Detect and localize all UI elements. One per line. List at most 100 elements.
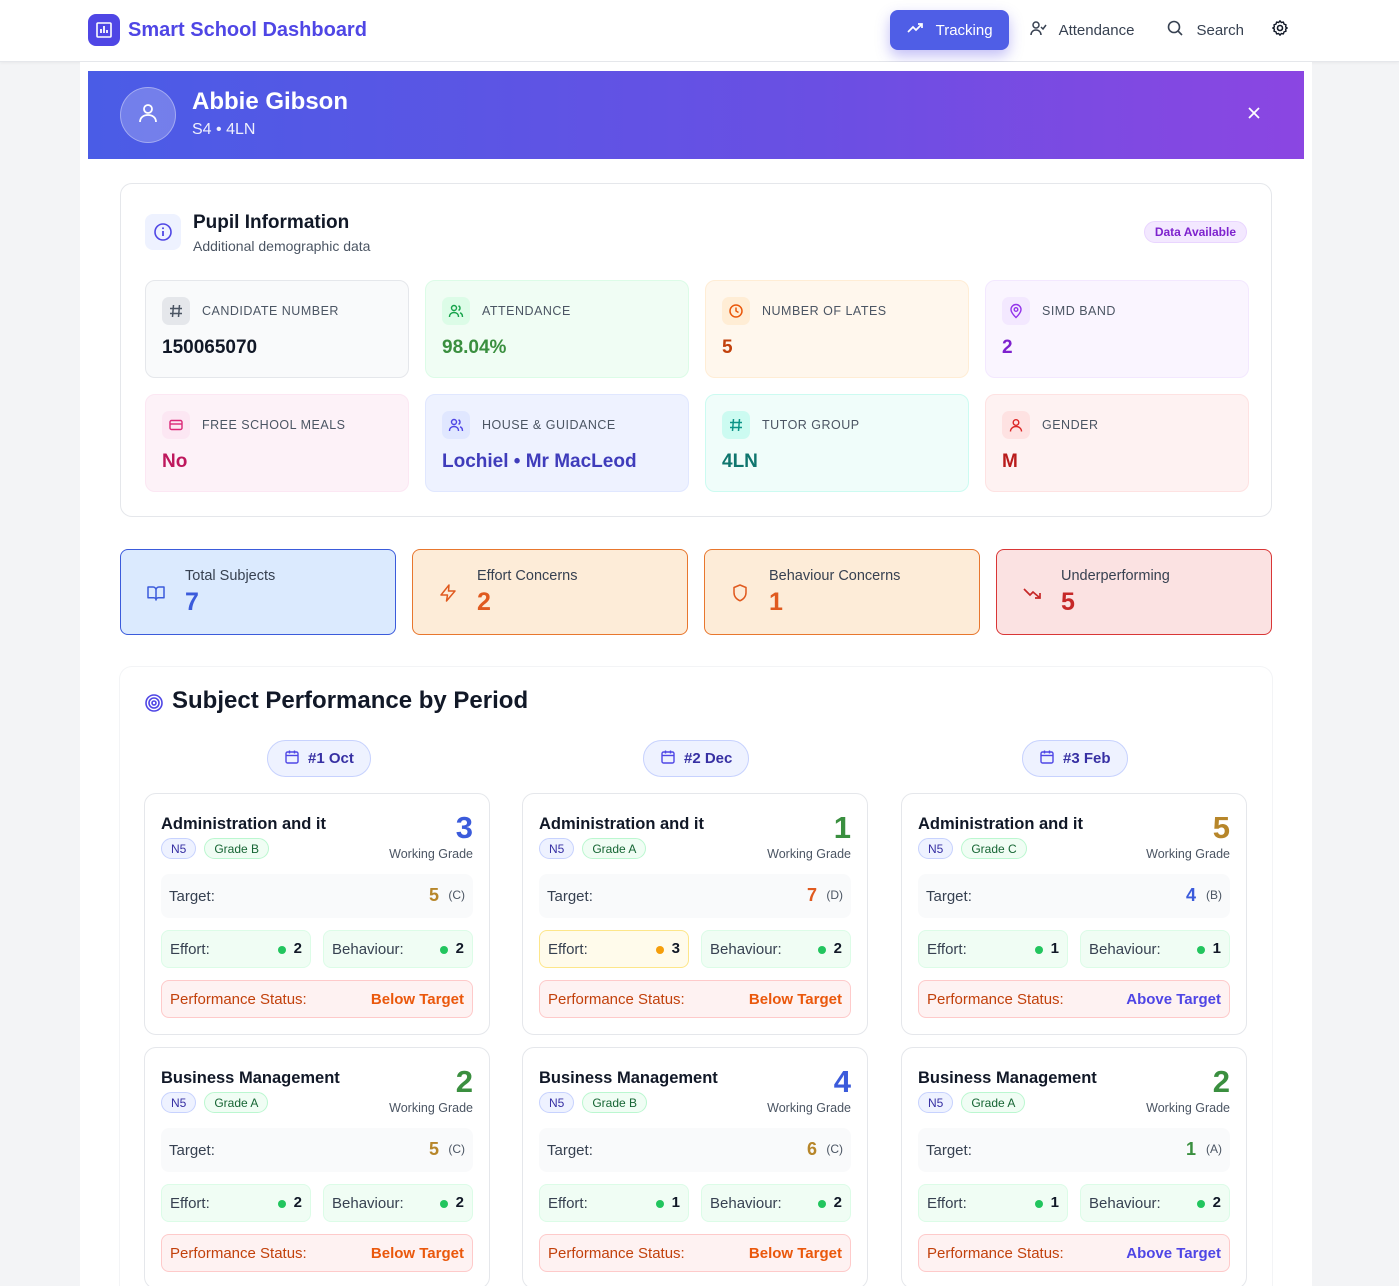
summary-underperforming[interactable]: Underperforming 5 bbox=[996, 549, 1272, 635]
brand[interactable]: Smart School Dashboard bbox=[88, 14, 367, 46]
period-pill-1[interactable]: #1 Oct bbox=[267, 740, 371, 777]
target-label: Target: bbox=[926, 888, 972, 905]
status-label: Performance Status: bbox=[927, 1245, 1064, 1262]
summary-label: Behaviour Concerns bbox=[769, 568, 901, 584]
performance-status-row: Performance Status: Below Target bbox=[161, 1234, 473, 1272]
tile-value: M bbox=[1002, 451, 1018, 472]
period-pill-3[interactable]: #3 Feb bbox=[1022, 740, 1128, 777]
effort-box: Effort: 1 bbox=[918, 930, 1068, 968]
behaviour-value: 2 bbox=[833, 1194, 842, 1211]
effort-box: Effort: 2 bbox=[161, 1184, 311, 1222]
effort-box: Effort: 3 bbox=[539, 930, 689, 968]
tile-gender: Gender M bbox=[985, 394, 1249, 492]
target-row: Target: 6 (C) bbox=[539, 1128, 851, 1172]
effort-label: Effort: bbox=[927, 941, 967, 958]
status-value: Below Target bbox=[370, 1245, 464, 1262]
working-grade-value: 3 bbox=[455, 810, 473, 845]
subject-card[interactable]: Business Management N5 Grade A 2 Working … bbox=[144, 1047, 490, 1286]
subject-card[interactable]: Business Management N5 Grade A 2 Working … bbox=[901, 1047, 1247, 1286]
tile-label: Gender bbox=[1042, 418, 1099, 432]
subject-card[interactable]: Administration and it N5 Grade A 1 Workin… bbox=[522, 793, 868, 1035]
behaviour-box: Behaviour: 2 bbox=[323, 930, 473, 968]
summary-label: Effort Concerns bbox=[477, 568, 578, 584]
behaviour-label: Behaviour: bbox=[710, 1195, 782, 1212]
summary-value: 5 bbox=[1061, 588, 1075, 616]
effort-label: Effort: bbox=[170, 1195, 210, 1212]
status-badge: Data Available bbox=[1143, 221, 1247, 243]
nav-attendance[interactable]: Attendance bbox=[1013, 10, 1151, 50]
nav-search[interactable]: Search bbox=[1150, 10, 1260, 50]
tile-label: Tutor Group bbox=[762, 418, 860, 432]
pupil-year-class: S4 • 4LN bbox=[192, 121, 256, 138]
status-value: Below Target bbox=[748, 991, 842, 1008]
period-pill-2[interactable]: #2 Dec bbox=[643, 740, 750, 777]
zap-icon bbox=[437, 582, 459, 604]
status-label: Performance Status: bbox=[170, 991, 307, 1008]
effort-value: 1 bbox=[1050, 940, 1059, 957]
effort-value: 3 bbox=[671, 940, 680, 957]
subject-card[interactable]: Administration and it N5 Grade C 5 Workin… bbox=[901, 793, 1247, 1035]
status-dot bbox=[818, 1200, 826, 1208]
working-grade-value: 5 bbox=[1212, 810, 1230, 845]
status-dot bbox=[1197, 946, 1205, 954]
close-button[interactable] bbox=[1244, 105, 1264, 125]
subject-card[interactable]: Business Management N5 Grade B 4 Working … bbox=[522, 1047, 868, 1286]
behaviour-value: 2 bbox=[455, 940, 464, 957]
summary-effort-concerns[interactable]: Effort Concerns 2 bbox=[412, 549, 688, 635]
behaviour-box: Behaviour: 2 bbox=[701, 1184, 851, 1222]
effort-value: 2 bbox=[293, 1194, 302, 1211]
status-label: Performance Status: bbox=[170, 1245, 307, 1262]
settings-button[interactable] bbox=[1260, 10, 1300, 50]
map-pin-icon bbox=[1002, 297, 1030, 325]
close-icon bbox=[1248, 106, 1260, 124]
tile-attendance: Attendance 98.04% bbox=[425, 280, 689, 378]
working-grade-label: Working Grade bbox=[389, 847, 473, 861]
tile-tutor-group: Tutor Group 4LN bbox=[705, 394, 969, 492]
status-label: Performance Status: bbox=[548, 991, 685, 1008]
target-label: Target: bbox=[169, 888, 215, 905]
subject-card[interactable]: Administration and it N5 Grade B 3 Workin… bbox=[144, 793, 490, 1035]
target-grade: (C) bbox=[826, 1142, 843, 1156]
working-grade-label: Working Grade bbox=[767, 847, 851, 861]
clock-icon bbox=[722, 297, 750, 325]
calendar-icon bbox=[284, 749, 300, 769]
level-chip: N5 bbox=[161, 838, 197, 859]
subject-name: Administration and it bbox=[161, 815, 326, 833]
summary-total-subjects[interactable]: Total Subjects 7 bbox=[120, 549, 396, 635]
subject-name: Business Management bbox=[539, 1069, 718, 1087]
grade-chip: Grade A bbox=[582, 838, 647, 859]
effort-label: Effort: bbox=[548, 941, 588, 958]
status-dot bbox=[1035, 946, 1043, 954]
target-grade: (B) bbox=[1206, 888, 1222, 902]
status-value: Below Target bbox=[748, 1245, 842, 1262]
behaviour-label: Behaviour: bbox=[332, 1195, 404, 1212]
summary-behaviour-concerns[interactable]: Behaviour Concerns 1 bbox=[704, 549, 980, 635]
credit-card-icon bbox=[162, 411, 190, 439]
tile-label: House & Guidance bbox=[482, 418, 616, 432]
tile-label: Attendance bbox=[482, 304, 571, 318]
target-value: 7 bbox=[806, 885, 817, 905]
users-icon bbox=[442, 297, 470, 325]
nav-tracking[interactable]: Tracking bbox=[889, 10, 1009, 50]
behaviour-box: Behaviour: 1 bbox=[1080, 930, 1230, 968]
effort-label: Effort: bbox=[927, 1195, 967, 1212]
target-value: 5 bbox=[428, 1139, 439, 1159]
gear-icon bbox=[1271, 19, 1289, 42]
subject-name: Business Management bbox=[161, 1069, 340, 1087]
summary-value: 7 bbox=[185, 588, 199, 616]
search-icon bbox=[1166, 19, 1184, 41]
summary-label: Underperforming bbox=[1061, 568, 1170, 584]
pupil-name: Abbie Gibson bbox=[192, 88, 348, 115]
bar-chart-icon bbox=[88, 14, 120, 46]
tile-number-of-lates: Number of Lates 5 bbox=[705, 280, 969, 378]
book-icon bbox=[145, 582, 167, 604]
section-title: Pupil Information bbox=[193, 212, 350, 233]
user-icon bbox=[136, 101, 160, 130]
behaviour-label: Behaviour: bbox=[710, 941, 782, 958]
tile-label: SIMD Band bbox=[1042, 304, 1116, 318]
behaviour-box: Behaviour: 2 bbox=[701, 930, 851, 968]
effort-value: 2 bbox=[293, 940, 302, 957]
tile-label: Number of Lates bbox=[762, 304, 887, 318]
target-value: 4 bbox=[1185, 885, 1196, 905]
status-dot bbox=[818, 946, 826, 954]
